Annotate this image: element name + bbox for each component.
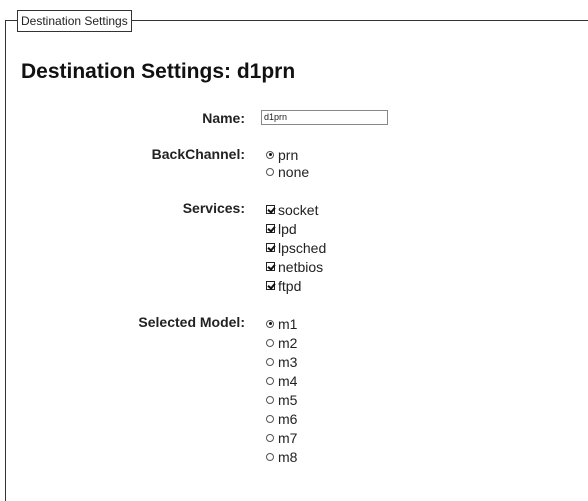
service-option-label: lpd: [278, 220, 297, 237]
backchannel-label: BackChannel:: [151, 146, 245, 162]
service-option-ftpd[interactable]: ftpd: [266, 276, 326, 295]
checkbox-checked-icon[interactable]: [266, 281, 275, 290]
service-option-label: socket: [278, 201, 319, 218]
radio-unselected-icon[interactable]: [266, 338, 274, 347]
backchannel-option-none[interactable]: none: [266, 162, 309, 181]
service-option-label: lpsched: [278, 239, 327, 256]
model-option-m4[interactable]: m4: [266, 371, 297, 390]
model-option-label: m8: [278, 448, 298, 465]
checkbox-checked-icon[interactable]: [266, 262, 275, 271]
model-option-label: m7: [278, 429, 298, 446]
services-label: Services:: [182, 200, 245, 216]
fieldset-legend: Destination Settings: [17, 10, 132, 32]
radio-unselected-icon[interactable]: [266, 357, 274, 366]
radio-unselected-icon[interactable]: [266, 395, 274, 404]
model-option-m3[interactable]: m3: [266, 352, 297, 371]
selected-model-label: Selected Model:: [138, 314, 245, 330]
model-option-label: m4: [278, 372, 298, 389]
service-option-netbios[interactable]: netbios: [266, 257, 326, 276]
backchannel-option-label: none: [278, 163, 310, 180]
backchannel-option-label: prn: [278, 146, 299, 163]
model-option-label: m1: [278, 315, 298, 332]
model-option-m7[interactable]: m7: [266, 428, 297, 447]
model-options: m1 m2 m3 m4 m5 m6 m7 m8: [266, 314, 297, 466]
service-option-socket[interactable]: socket: [266, 200, 326, 219]
radio-unselected-icon[interactable]: [266, 452, 274, 461]
service-option-label: netbios: [278, 258, 324, 275]
service-option-label: ftpd: [278, 277, 302, 294]
checkbox-checked-icon[interactable]: [266, 224, 275, 233]
radio-unselected-icon[interactable]: [266, 376, 274, 385]
model-option-label: m6: [278, 410, 298, 427]
backchannel-options: prn none: [266, 145, 309, 181]
model-option-m8[interactable]: m8: [266, 447, 297, 466]
model-option-label: m2: [278, 334, 298, 351]
service-option-lpsched[interactable]: lpsched: [266, 238, 326, 257]
services-options: socket lpd lpsched netbios ftpd: [266, 200, 326, 295]
name-label: Name:: [202, 110, 245, 126]
radio-selected-icon[interactable]: [266, 319, 274, 328]
radio-unselected-icon[interactable]: [266, 414, 274, 423]
service-option-lpd[interactable]: lpd: [266, 219, 326, 238]
radio-unselected-icon[interactable]: [266, 167, 274, 176]
name-input[interactable]: [261, 110, 388, 125]
checkbox-checked-icon[interactable]: [266, 205, 275, 214]
radio-unselected-icon[interactable]: [266, 433, 274, 442]
model-option-m5[interactable]: m5: [266, 390, 297, 409]
radio-selected-icon[interactable]: [266, 150, 274, 159]
model-option-label: m5: [278, 391, 298, 408]
model-option-m6[interactable]: m6: [266, 409, 297, 428]
model-option-m2[interactable]: m2: [266, 333, 297, 352]
model-option-m1[interactable]: m1: [266, 314, 297, 333]
checkbox-checked-icon[interactable]: [266, 243, 275, 252]
model-option-label: m3: [278, 353, 298, 370]
page-title: Destination Settings: d1prn: [21, 60, 296, 83]
